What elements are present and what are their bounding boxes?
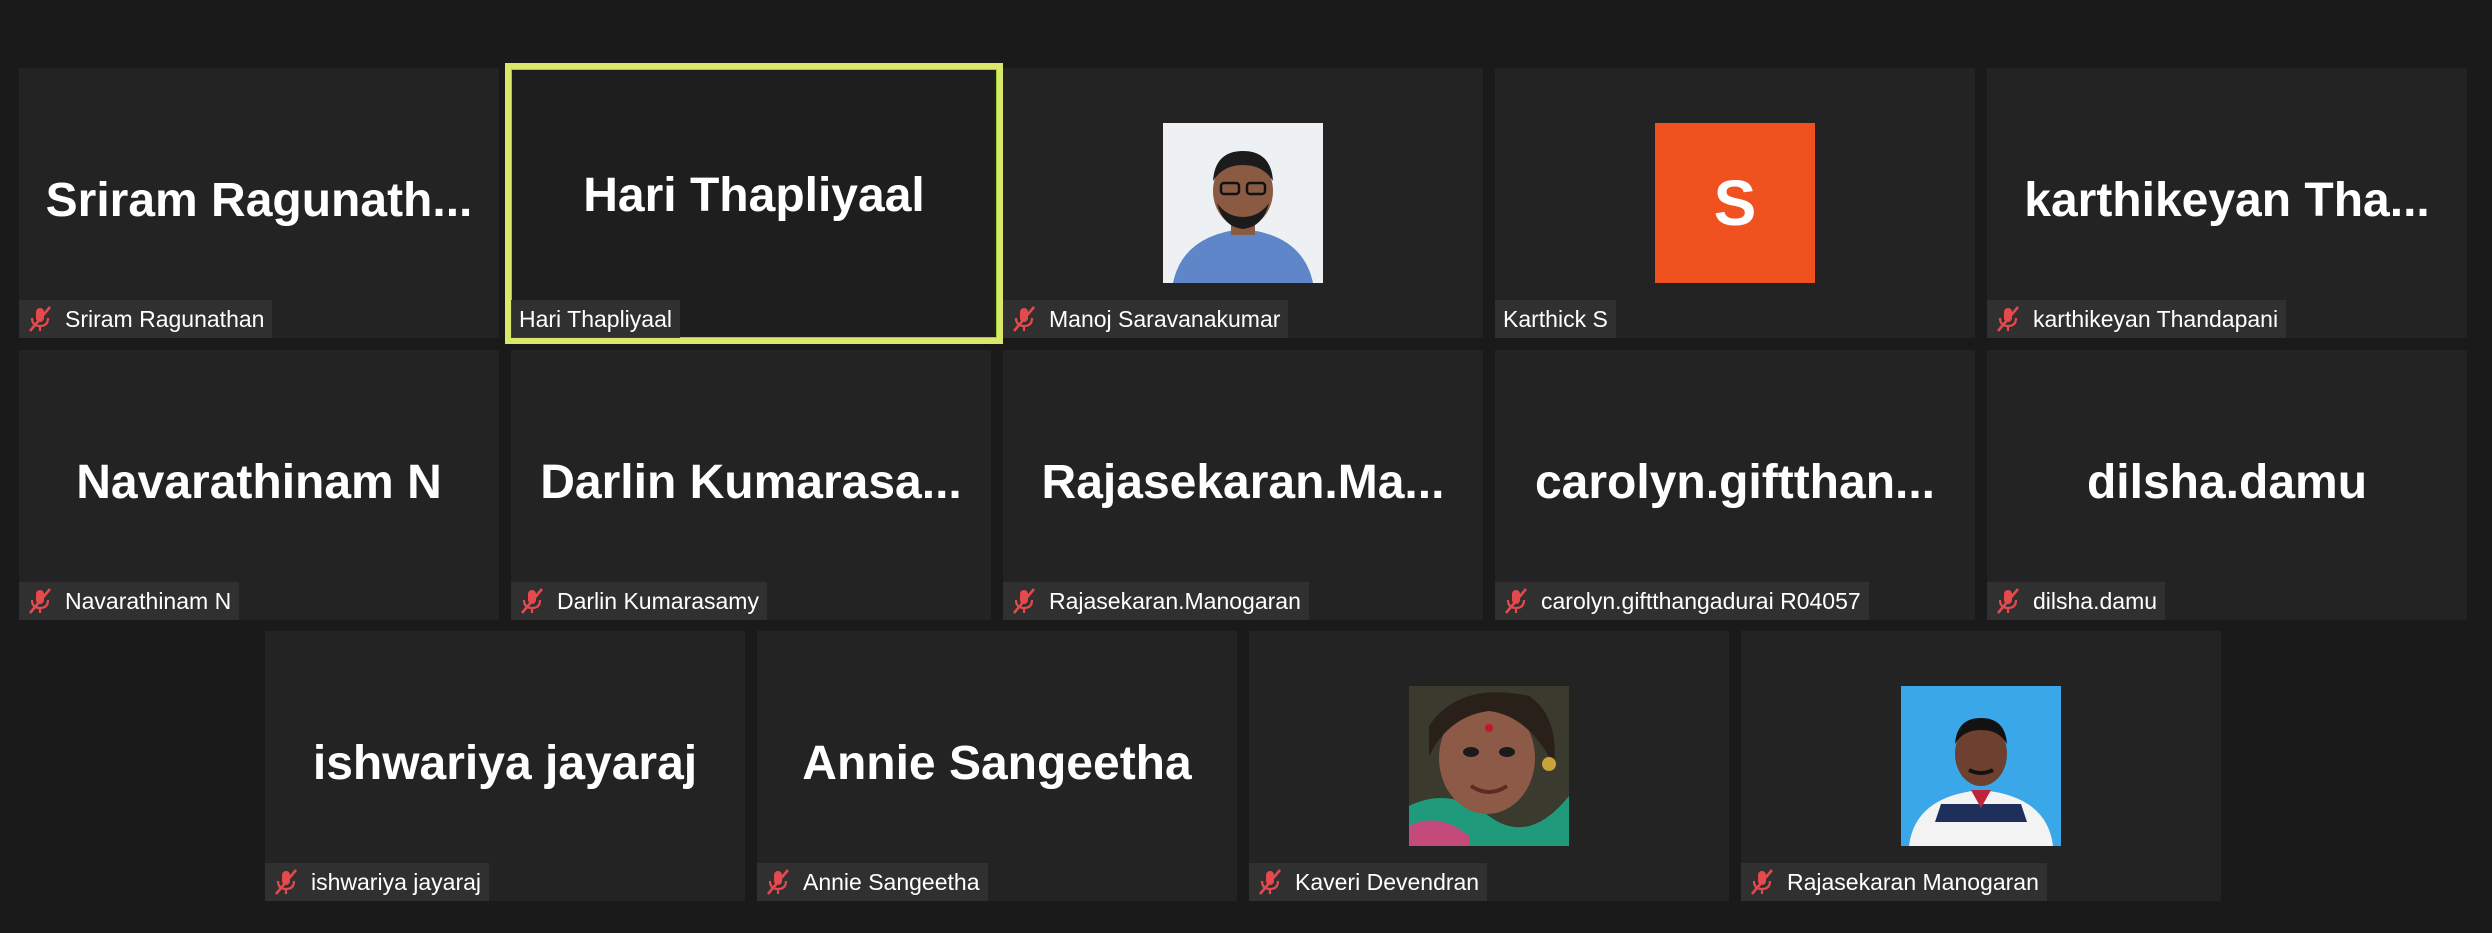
participant-name-plate: ishwariya jayaraj bbox=[265, 863, 490, 901]
muted-mic-icon bbox=[767, 869, 789, 895]
participant-display-name: Annie Sangeetha bbox=[802, 737, 1192, 790]
participant-display-name: Rajasekaran.Ma... bbox=[1041, 456, 1445, 509]
participant-name-plate: Navarathinam N bbox=[19, 582, 240, 620]
participant-name-label: karthikeyan Thandapani bbox=[2033, 306, 2279, 332]
muted-mic-icon bbox=[1505, 588, 1527, 614]
participant-name-plate: karthikeyan Thandapani bbox=[1987, 300, 2287, 338]
participant-tile[interactable]: Manoj Saravanakumar bbox=[1003, 68, 1483, 338]
participant-tile[interactable]: Darlin Kumarasa... Darlin Kumarasamy bbox=[511, 350, 991, 620]
participant-tile[interactable]: Hari Thapliyaal Hari Thapliyaal bbox=[505, 63, 1003, 344]
participant-name-plate: Manoj Saravanakumar bbox=[1003, 300, 1289, 338]
participant-display-name: dilsha.damu bbox=[2086, 456, 2368, 509]
participant-display-name: ishwariya jayaraj bbox=[312, 737, 698, 790]
participant-name-plate: Annie Sangeetha bbox=[757, 863, 988, 901]
participant-name-plate: Sriram Ragunathan bbox=[19, 300, 273, 338]
participant-tile[interactable]: karthikeyan Tha... karthikeyan Thandapani bbox=[1987, 68, 2467, 338]
participant-name-plate: Karthick S bbox=[1495, 300, 1616, 338]
participant-name-label: Navarathinam N bbox=[65, 588, 232, 614]
participant-name-plate: Rajasekaran.Manogaran bbox=[1003, 582, 1309, 620]
participant-tile[interactable]: ishwariya jayaraj ishwariya jayaraj bbox=[265, 631, 745, 901]
muted-mic-icon bbox=[1013, 306, 1035, 332]
participant-display-name: Sriram Ragunath... bbox=[45, 174, 473, 227]
participant-name-label: ishwariya jayaraj bbox=[311, 869, 482, 895]
participant-tile[interactable]: carolyn.giftthan... carolyn.giftthangadur… bbox=[1495, 350, 1975, 620]
participant-name-plate: Kaveri Devendran bbox=[1249, 863, 1488, 901]
participant-name-label: Rajasekaran.Manogaran bbox=[1049, 588, 1301, 614]
muted-mic-icon bbox=[275, 869, 297, 895]
participant-name-label: Kaveri Devendran bbox=[1295, 869, 1480, 895]
participant-tile[interactable]: Sriram Ragunath... Sriram Ragunathan bbox=[19, 68, 499, 338]
participant-name-label: Hari Thapliyaal bbox=[519, 306, 672, 332]
participant-display-name: karthikeyan Tha... bbox=[2024, 174, 2430, 227]
avatar: S bbox=[1655, 123, 1815, 283]
avatar bbox=[1901, 686, 2061, 846]
avatar bbox=[1409, 686, 1569, 846]
muted-mic-icon bbox=[1997, 306, 2019, 332]
participant-tile[interactable]: Annie Sangeetha Annie Sangeetha bbox=[757, 631, 1237, 901]
participant-tile[interactable]: Rajasekaran.Ma... Rajasekaran.Manogaran bbox=[1003, 350, 1483, 620]
participant-name-label: Annie Sangeetha bbox=[803, 869, 980, 895]
participant-tile[interactable]: dilsha.damu dilsha.damu bbox=[1987, 350, 2467, 620]
muted-mic-icon bbox=[1013, 588, 1035, 614]
muted-mic-icon bbox=[1997, 588, 2019, 614]
participant-tile[interactable]: Navarathinam N Navarathinam N bbox=[19, 350, 499, 620]
participant-name-plate: dilsha.damu bbox=[1987, 582, 2166, 620]
participant-name-plate: Hari Thapliyaal bbox=[511, 300, 680, 338]
participant-name-plate: Darlin Kumarasamy bbox=[511, 582, 767, 620]
muted-mic-icon bbox=[29, 588, 51, 614]
participant-name-label: Darlin Kumarasamy bbox=[557, 588, 759, 614]
participant-name-label: Karthick S bbox=[1503, 306, 1608, 332]
participant-tile[interactable]: Rajasekaran Manogaran bbox=[1741, 631, 2221, 901]
participant-name-label: Manoj Saravanakumar bbox=[1049, 306, 1281, 332]
participant-display-name: Darlin Kumarasa... bbox=[540, 456, 962, 509]
muted-mic-icon bbox=[29, 306, 51, 332]
participant-display-name: Navarathinam N bbox=[76, 456, 442, 509]
participant-tile[interactable]: Kaveri Devendran bbox=[1249, 631, 1729, 901]
participant-name-plate: Rajasekaran Manogaran bbox=[1741, 863, 2047, 901]
participant-tile[interactable]: S Karthick S bbox=[1495, 68, 1975, 338]
participant-display-name: carolyn.giftthan... bbox=[1534, 456, 1936, 509]
participant-display-name: Hari Thapliyaal bbox=[583, 169, 925, 222]
muted-mic-icon bbox=[1751, 869, 1773, 895]
muted-mic-icon bbox=[1259, 869, 1281, 895]
participant-name-label: Sriram Ragunathan bbox=[65, 306, 265, 332]
muted-mic-icon bbox=[521, 588, 543, 614]
participant-name-label: Rajasekaran Manogaran bbox=[1787, 869, 2039, 895]
participant-name-label: dilsha.damu bbox=[2033, 588, 2158, 614]
avatar bbox=[1163, 123, 1323, 283]
participant-gallery: Sriram Ragunath... Sriram Ragunathan Hari … bbox=[0, 0, 2492, 933]
participant-name-plate: carolyn.giftthangadurai R04057 bbox=[1495, 582, 1869, 620]
participant-name-label: carolyn.giftthangadurai R04057 bbox=[1541, 588, 1861, 614]
